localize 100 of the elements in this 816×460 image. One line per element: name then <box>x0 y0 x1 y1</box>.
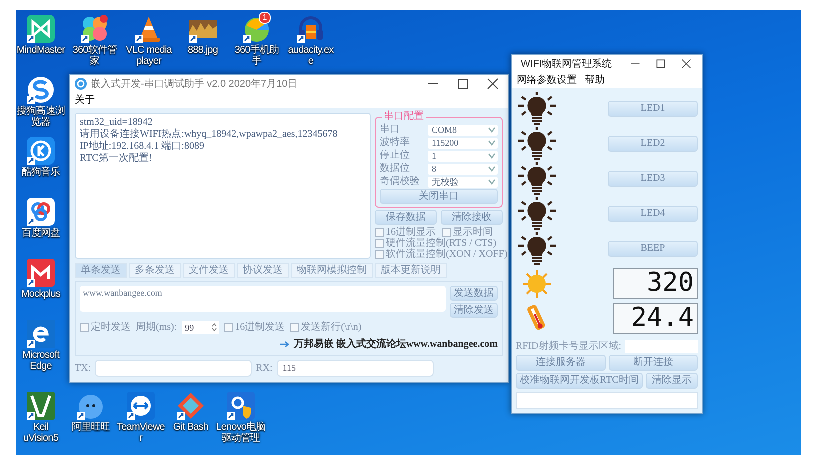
desktop-icon-label: 百度网盘 <box>22 228 60 239</box>
desktop-icon-label: Lenovo电脑驱动管理 <box>216 422 266 444</box>
receive-line: RTC第一次配置! <box>80 153 154 165</box>
send-text-field[interactable]: www.wanbangee.com <box>80 286 446 312</box>
checkbox[interactable] <box>442 228 451 237</box>
field-label: 停止位 <box>380 150 411 162</box>
checkbox[interactable] <box>375 228 384 237</box>
s-circle-icon[interactable] <box>27 76 55 104</box>
menu-item[interactable]: 关于 <box>75 93 95 107</box>
receive-text-area[interactable]: stm32_uid=18942 请用设备连接WIFI热点:whyq_18942,wpawpa2_aes,12345678 IP地址:192.168.4.1 端口:8089 RTC第一次配置! <box>75 113 371 259</box>
spin-arrows-icon[interactable] <box>212 323 218 332</box>
dropdown[interactable]: 115200 <box>428 138 498 148</box>
checkbox-label: 定时发送 <box>91 322 131 333</box>
sun-icon <box>520 268 554 298</box>
lcd-display: 24.4 <box>613 303 698 334</box>
rfid-label: RFID射频卡号显示区域: <box>516 340 622 353</box>
checkbox[interactable] <box>80 323 89 332</box>
app-logo-icon <box>75 78 87 90</box>
desktop-icon-label: 阿里旺旺 <box>72 422 110 433</box>
checkbox[interactable] <box>375 239 384 248</box>
window-title: WIFI物联网管理系统 <box>521 58 612 71</box>
device-button[interactable]: BEEP <box>608 240 698 256</box>
window-title: 嵌入式开发-串口调试助手 v2.0 2020年7月10日 <box>91 78 299 91</box>
diamond-icon[interactable] <box>177 392 205 420</box>
tab[interactable]: 协议发送 <box>237 263 289 278</box>
checkbox[interactable] <box>375 250 384 259</box>
action-button[interactable]: 断开连接 <box>608 355 698 371</box>
checkbox-label: 16进制显示 <box>386 227 436 238</box>
device-button[interactable]: LED2 <box>608 136 698 152</box>
receive-line: IP地址:192.168.4.1 端口:8089 <box>80 141 206 152</box>
menu-item[interactable]: 网络参数设置 <box>517 73 577 87</box>
checkbox-label: 发送新行(\r\n) <box>301 322 362 333</box>
action-button[interactable]: 连接服务器 <box>516 355 606 371</box>
checkbox-label: 显示时间 <box>453 227 493 238</box>
bowtie-icon[interactable] <box>27 15 55 43</box>
checkbox-label: 16进制发送 <box>235 322 286 333</box>
light-bulb-icon <box>516 162 558 195</box>
desktop-icon-label: audacity.exe <box>287 45 335 67</box>
checkbox-label: 硬件流量控制(RTS / CTS) <box>386 238 497 249</box>
desktop-icon-label: VLC media player <box>125 45 174 67</box>
device-button[interactable]: LED3 <box>608 170 698 186</box>
action-button[interactable]: 校准物联网开发板RTC时间 <box>516 373 643 389</box>
light-bulb-icon <box>516 127 558 160</box>
checkbox-label: 软件流量控制(XON / XOFF) <box>386 249 508 260</box>
receive-line: stm32_uid=18942 <box>80 117 154 128</box>
device-button[interactable]: LED1 <box>608 100 698 116</box>
swirl-tile-icon[interactable] <box>27 320 55 348</box>
desktop-icon-label: Keil uVision5 <box>22 422 60 444</box>
tab[interactable]: 版本更新说明 <box>375 263 447 278</box>
desktop-icon-label: Git Bash <box>173 422 209 433</box>
receive-button[interactable]: 清除接收 <box>441 210 503 225</box>
field-label: 数据位 <box>380 163 411 175</box>
light-bulb-icon <box>516 232 558 265</box>
colorful-circle-icon[interactable] <box>243 15 271 43</box>
dropdown[interactable]: 无校验 <box>428 176 498 188</box>
tab[interactable]: 物联网模拟控制 <box>291 263 373 278</box>
petals-icon[interactable] <box>81 15 109 43</box>
field-label: 波特率 <box>380 137 411 149</box>
menu-item[interactable]: 帮助 <box>585 73 605 87</box>
group-title: 串口配置 <box>382 111 426 123</box>
number-spinner[interactable]: 99 <box>182 321 220 334</box>
send-button[interactable]: 清除发送 <box>450 303 498 318</box>
send-button[interactable]: 发送数据 <box>450 286 498 301</box>
device-button[interactable]: LED4 <box>608 206 698 222</box>
light-bulb-icon <box>516 92 558 125</box>
desktop-icon-label: Microsoft Edge <box>22 350 61 372</box>
traffic-cone-icon[interactable] <box>135 15 163 43</box>
field-label: 奇偶校验 <box>380 176 421 188</box>
forum-link[interactable]: 万邦易嵌 嵌入式交流论坛www.wanbangee.com <box>294 337 498 351</box>
tab[interactable]: 多条发送 <box>129 263 181 278</box>
rx-label: RX: <box>256 363 273 374</box>
light-bulb-icon <box>516 197 558 230</box>
dropdown[interactable]: COM8 <box>428 124 498 136</box>
rfid-field[interactable] <box>624 340 698 352</box>
checkbox[interactable] <box>224 323 234 332</box>
v-tile-icon[interactable] <box>27 392 55 420</box>
circle-logo-icon[interactable] <box>27 137 55 165</box>
receive-line: 请用设备连接WIFI热点:whyq_18942,wpawpa2_aes,12345678 <box>80 129 339 140</box>
close-port-button[interactable]: 关闭串口 <box>380 189 498 204</box>
gear-shield-icon[interactable] <box>227 392 255 420</box>
headphones-icon[interactable] <box>297 15 325 43</box>
lcd-display: 320 <box>613 268 698 299</box>
tab[interactable]: 文件发送 <box>183 263 235 278</box>
action-button[interactable]: 清除显示 <box>646 373 698 389</box>
checkbox[interactable] <box>290 323 300 332</box>
dropdown[interactable]: 1 <box>428 150 498 162</box>
tab[interactable]: 单条发送 <box>75 263 127 278</box>
receive-button[interactable]: 保存数据 <box>375 210 437 225</box>
round-face-icon[interactable] <box>77 392 105 420</box>
notification-badge: 1 <box>259 12 271 24</box>
desktop-icon-label: 888.jpg <box>188 45 218 56</box>
field-label: 串口 <box>380 124 401 136</box>
desktop-icon-label: Mockplus <box>21 289 61 300</box>
desktop-icon-label: 360手机助手 <box>234 45 280 67</box>
arrow-icon <box>280 340 290 348</box>
desktop-icon-label: 酷狗音乐 <box>22 167 60 178</box>
cloud-rings-icon[interactable] <box>27 198 55 226</box>
period-label: 周期(ms): <box>136 322 178 333</box>
dropdown[interactable]: 8 <box>428 164 498 174</box>
chevron-tile-icon[interactable] <box>27 259 55 287</box>
